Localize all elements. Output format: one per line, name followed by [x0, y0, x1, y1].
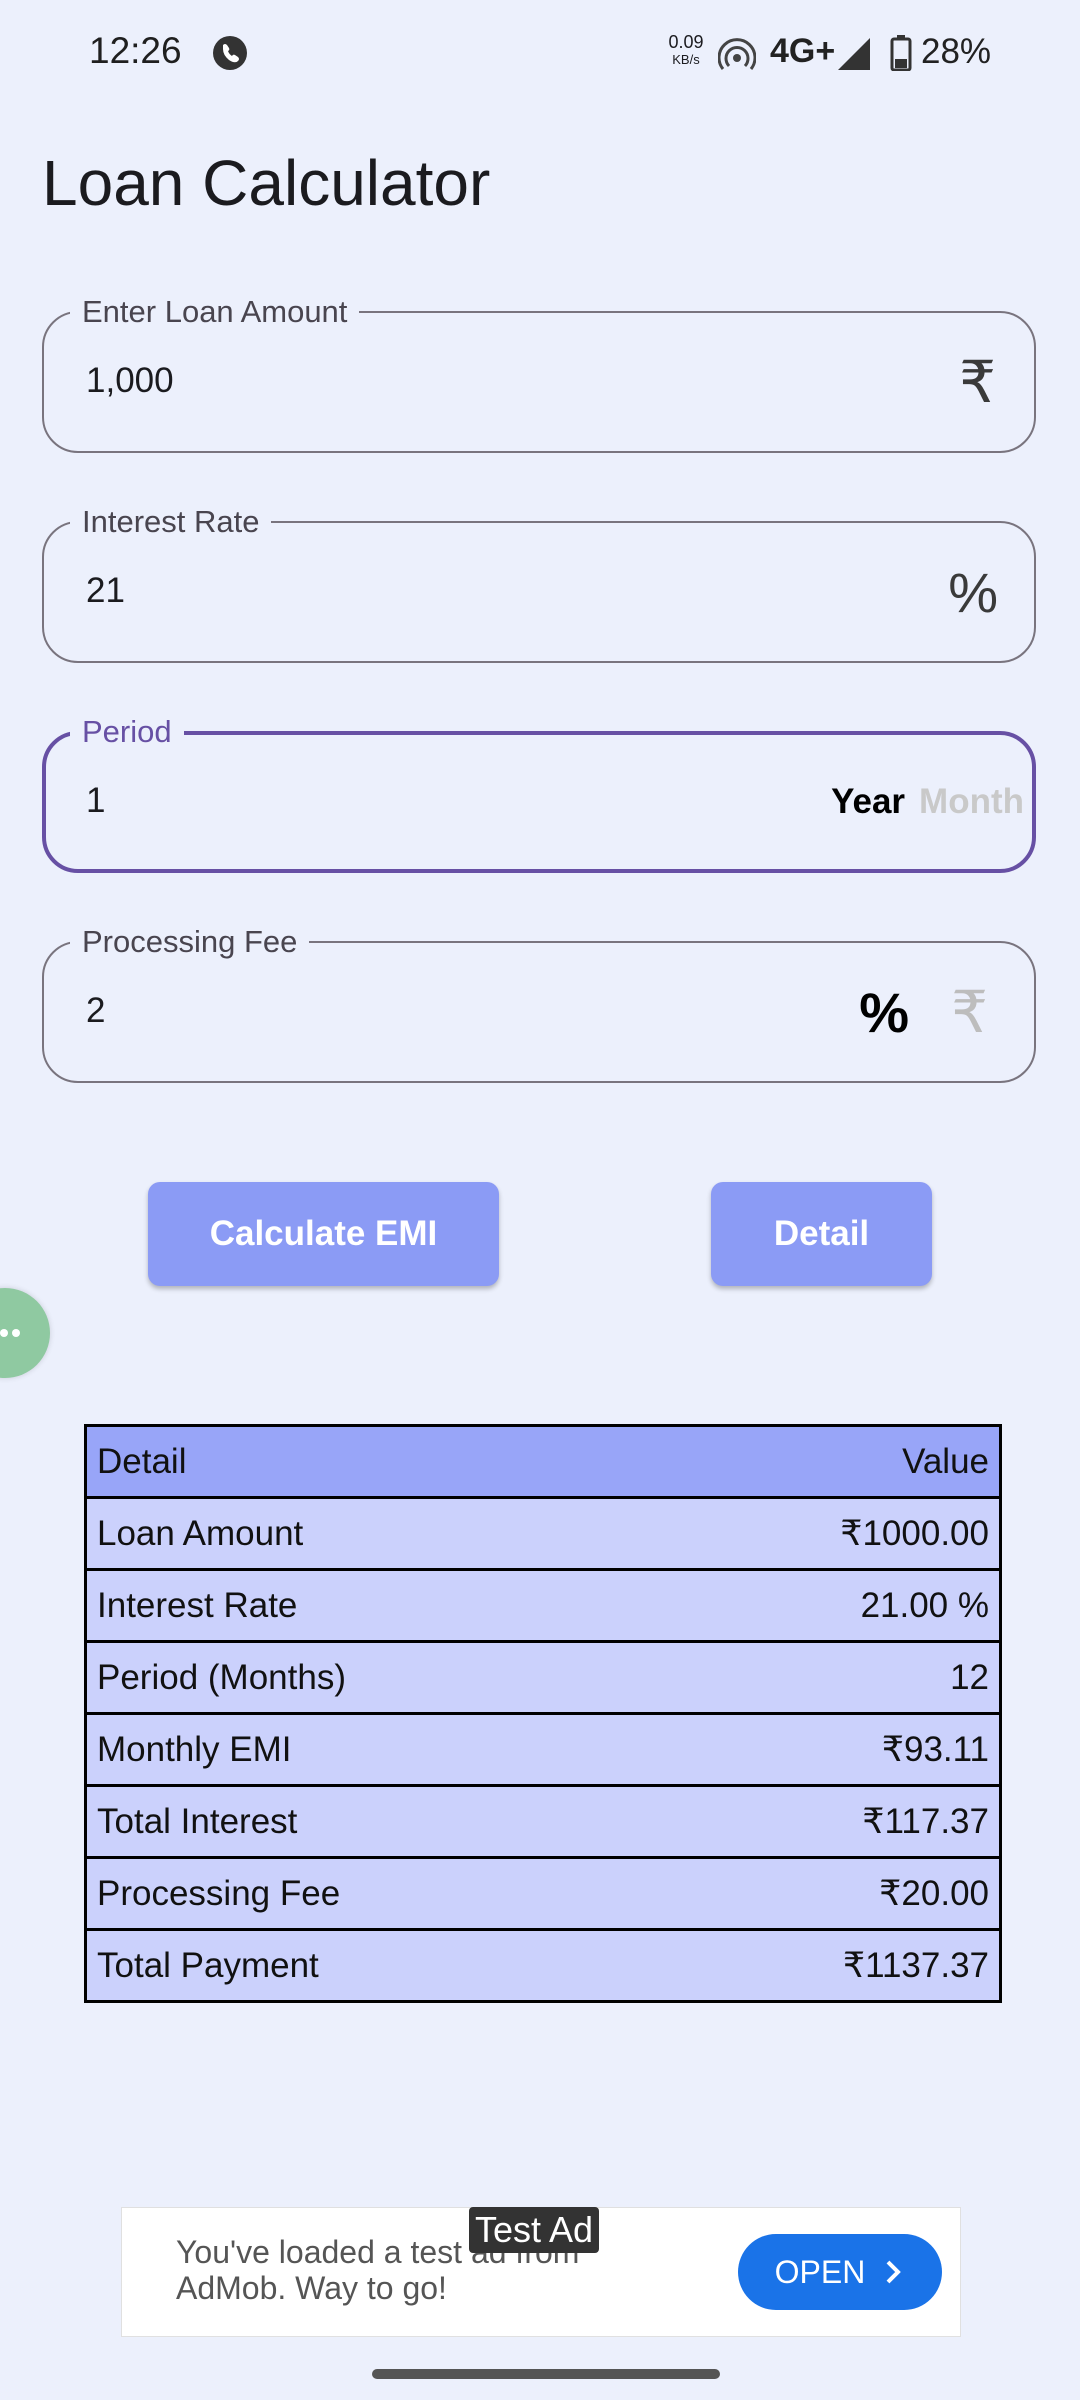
period-label: Period: [70, 714, 184, 750]
row-value: ₹93.11: [881, 1729, 989, 1769]
row-label: Processing Fee: [97, 1873, 341, 1913]
test-ad-badge: Test Ad: [469, 2207, 600, 2253]
header-detail: Detail: [97, 1441, 187, 1481]
interest-rate-field[interactable]: Interest Rate 21 %: [42, 504, 1036, 663]
calculate-emi-button[interactable]: Calculate EMI: [148, 1182, 499, 1286]
header-value: Value: [902, 1441, 989, 1481]
period-unit-year-toggle[interactable]: Year: [831, 782, 905, 822]
table-row: Total Interest ₹117.37: [87, 1784, 999, 1856]
hotspot-icon: [718, 38, 756, 70]
row-value: ₹1137.37: [842, 1945, 989, 1985]
row-value: ₹117.37: [862, 1801, 989, 1841]
row-label: Loan Amount: [97, 1513, 304, 1553]
row-value: 21.00 %: [860, 1585, 989, 1625]
ad-open-button[interactable]: OPEN: [738, 2234, 942, 2310]
row-label: Period (Months): [97, 1657, 346, 1697]
row-label: Monthly EMI: [97, 1729, 292, 1769]
fee-rupee-toggle[interactable]: ₹: [951, 978, 988, 1046]
loan-amount-label: Enter Loan Amount: [70, 294, 360, 330]
call-notification-icon: [213, 36, 247, 70]
battery-icon: [890, 35, 912, 71]
home-indicator[interactable]: [372, 2369, 720, 2379]
processing-fee-label: Processing Fee: [70, 924, 310, 960]
table-row: Interest Rate 21.00 %: [87, 1568, 999, 1640]
table-header: Detail Value: [87, 1427, 999, 1496]
table-row: Processing Fee ₹20.00: [87, 1856, 999, 1928]
table-row: Total Payment ₹1137.37: [87, 1928, 999, 2000]
row-label: Interest Rate: [97, 1585, 298, 1625]
chevron-right-icon: [886, 2260, 902, 2284]
interest-rate-label: Interest Rate: [70, 504, 272, 540]
dot-icon: [12, 1329, 20, 1337]
percent-icon: %: [948, 560, 998, 624]
processing-fee-field[interactable]: Processing Fee 2 % ₹: [42, 924, 1036, 1083]
results-table: Detail Value Loan Amount ₹1000.00 Intere…: [84, 1424, 1002, 2003]
net-speed-unit: KB/s: [672, 52, 700, 67]
table-row: Monthly EMI ₹93.11: [87, 1712, 999, 1784]
detail-button[interactable]: Detail: [711, 1182, 932, 1286]
fee-percent-toggle[interactable]: %: [859, 980, 909, 1045]
period-field[interactable]: Period 1 Year Month: [42, 714, 1036, 873]
net-speed-value: 0.09: [668, 32, 704, 52]
network-type: 4G+: [770, 32, 836, 70]
row-value: 12: [950, 1657, 989, 1697]
floating-chat-bubble[interactable]: [0, 1288, 50, 1378]
table-row: Loan Amount ₹1000.00: [87, 1496, 999, 1568]
table-row: Period (Months) 12: [87, 1640, 999, 1712]
row-label: Total Payment: [97, 1945, 319, 1985]
status-bar: 12:26 0.09 KB/s 4G+ 28%: [0, 0, 1080, 105]
signal-icon: [838, 38, 870, 70]
row-label: Total Interest: [97, 1801, 298, 1841]
battery-percent: 28%: [921, 32, 992, 71]
loan-amount-field[interactable]: Enter Loan Amount 1,000 ₹: [42, 294, 1036, 453]
loan-amount-input[interactable]: 1,000: [86, 361, 786, 401]
interest-rate-input[interactable]: 21: [86, 571, 786, 611]
ad-open-label: OPEN: [774, 2253, 866, 2290]
dot-icon: [0, 1329, 8, 1337]
net-speed: 0.09 KB/s: [660, 33, 712, 69]
period-unit-month-toggle[interactable]: Month: [919, 782, 1024, 822]
status-time: 12:26: [89, 30, 182, 71]
processing-fee-input[interactable]: 2: [86, 991, 786, 1031]
row-value: ₹20.00: [879, 1873, 989, 1913]
page-title: Loan Calculator: [42, 147, 491, 219]
row-value: ₹1000.00: [840, 1513, 989, 1553]
period-input[interactable]: 1: [86, 781, 786, 821]
rupee-icon: ₹: [959, 350, 996, 415]
